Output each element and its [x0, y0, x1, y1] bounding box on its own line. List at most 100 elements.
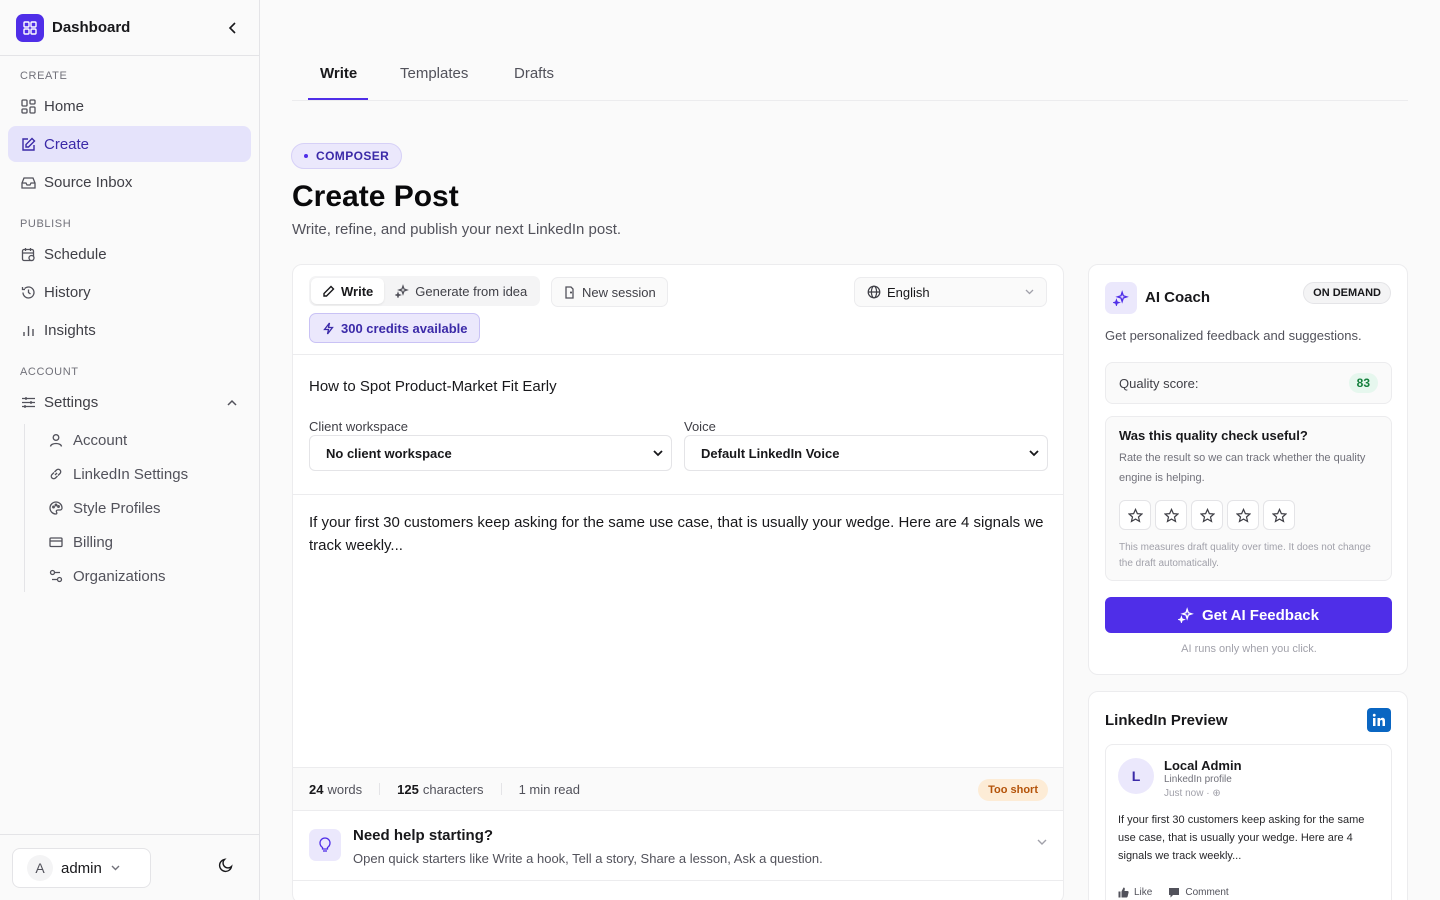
- globe-icon: [867, 285, 881, 299]
- preview-author-meta: LinkedIn profile: [1164, 774, 1232, 785]
- help-starting-accordion[interactable]: Need help starting? Open quick starters …: [293, 811, 1063, 881]
- post-body-textarea[interactable]: If your first 30 customers keep asking f…: [309, 511, 1049, 557]
- star-3-button[interactable]: [1191, 500, 1223, 530]
- preview-actions: Like Comment: [1118, 887, 1245, 898]
- star-5-button[interactable]: [1263, 500, 1295, 530]
- voice-select[interactable]: Default LinkedIn Voice: [684, 435, 1048, 471]
- sidebar-item-label: Insights: [44, 321, 96, 339]
- linkedin-post-preview: L Local Admin LinkedIn profile Just now …: [1105, 744, 1392, 900]
- star-icon: [1271, 507, 1287, 523]
- active-tab-indicator: [308, 98, 368, 100]
- sidebar-item-label: Schedule: [44, 245, 107, 263]
- sparkles-icon: [395, 284, 410, 298]
- character-count-label: characters: [422, 781, 484, 797]
- quality-feedback-box: Was this quality check useful? Rate the …: [1105, 416, 1392, 581]
- star-icon: [1163, 507, 1179, 523]
- sidebar-header: Dashboard: [0, 0, 259, 56]
- client-workspace-select[interactable]: No client workspace: [309, 435, 672, 471]
- voice-value: Default LinkedIn Voice: [701, 445, 840, 461]
- settings-submenu-line: [24, 424, 25, 592]
- sidebar-item-schedule[interactable]: Schedule: [8, 236, 251, 272]
- sidebar-subitem-billing[interactable]: Billing: [48, 529, 113, 555]
- mode-generate-button[interactable]: Generate from idea: [384, 278, 538, 304]
- length-status-badge: Too short: [978, 779, 1048, 801]
- read-time: 1 min read: [518, 781, 580, 797]
- credit-card-icon: [48, 534, 64, 550]
- tab-drafts[interactable]: Drafts: [514, 65, 554, 101]
- sidebar-item-create[interactable]: Create: [8, 126, 251, 162]
- theme-toggle-button[interactable]: [218, 857, 238, 877]
- character-count-value: 125: [397, 781, 419, 797]
- sidebar-item-source-inbox[interactable]: Source Inbox: [8, 164, 251, 200]
- sidebar-item-label: Create: [44, 135, 90, 153]
- post-title-input[interactable]: How to Spot Product-Market Fit Early: [309, 378, 557, 395]
- star-1-button[interactable]: [1119, 500, 1151, 530]
- ai-coach-subtitle: Get personalized feedback and suggestion…: [1105, 328, 1362, 343]
- sidebar-item-history[interactable]: History: [8, 274, 251, 310]
- comment-label: Comment: [1185, 887, 1229, 898]
- word-count-value: 24: [309, 781, 324, 797]
- word-count: 24 words: [309, 782, 362, 797]
- chevron-down-icon: [111, 865, 120, 871]
- moon-icon: [218, 858, 233, 873]
- sidebar-subitem-label: Billing: [73, 533, 114, 551]
- lightbulb-icon: [309, 829, 341, 861]
- user-menu-button[interactable]: A admin: [12, 848, 151, 888]
- character-count: 125 characters: [397, 782, 483, 797]
- collapse-sidebar-button[interactable]: [223, 18, 243, 38]
- new-file-icon: [563, 285, 576, 299]
- tab-write[interactable]: Write: [320, 65, 357, 101]
- section-label-create: CREATE: [20, 70, 68, 82]
- divider: [293, 494, 1063, 495]
- editor-card: Write Generate from idea New session Eng…: [292, 264, 1064, 900]
- ai-note: AI runs only when you click.: [1181, 643, 1317, 655]
- chevron-down-icon: [1037, 839, 1047, 846]
- star-4-button[interactable]: [1227, 500, 1259, 530]
- user-name: admin: [61, 859, 102, 877]
- sidebar-subitem-account[interactable]: Account: [48, 427, 127, 453]
- sidebar-title: Dashboard: [52, 19, 131, 36]
- avatar: A: [27, 855, 53, 881]
- mode-switch: Write Generate from idea: [309, 276, 541, 306]
- section-label-account: ACCOUNT: [20, 366, 79, 378]
- client-workspace-label: Client workspace: [309, 419, 408, 434]
- edit-icon: [20, 136, 36, 152]
- sidebar-subitem-style-profiles[interactable]: Style Profiles: [48, 495, 161, 521]
- on-demand-badge: ON DEMAND: [1303, 282, 1391, 304]
- palette-icon: [48, 500, 64, 516]
- tab-templates[interactable]: Templates: [400, 65, 468, 101]
- voice-label: Voice: [684, 419, 716, 434]
- dashboard-logo-icon: [16, 13, 44, 42]
- linkedin-preview-card: LinkedIn Preview L Local Admin LinkedIn …: [1088, 691, 1408, 900]
- star-icon: [1199, 507, 1215, 523]
- history-icon: [20, 284, 36, 300]
- language-select[interactable]: English: [854, 277, 1047, 307]
- mode-generate-label: Generate from idea: [415, 283, 528, 299]
- sidebar-subitem-label: Style Profiles: [73, 499, 161, 517]
- sidebar-item-home[interactable]: Home: [8, 88, 251, 124]
- ai-coach-card: AI Coach ON DEMAND Get personalized feed…: [1088, 264, 1408, 675]
- star-2-button[interactable]: [1155, 500, 1187, 530]
- get-ai-feedback-button[interactable]: Get AI Feedback: [1105, 597, 1392, 633]
- rate-title: Was this quality check useful?: [1119, 428, 1308, 443]
- preview-comment-button[interactable]: Comment: [1168, 887, 1229, 898]
- chevron-down-icon: [653, 449, 663, 457]
- sparkles-icon: [1178, 607, 1194, 623]
- home-grid-icon: [20, 98, 36, 114]
- sidebar-subitem-linkedin-settings[interactable]: LinkedIn Settings: [48, 461, 188, 487]
- preview-timestamp: Just now · ⊕: [1164, 788, 1221, 799]
- client-workspace-value: No client workspace: [326, 445, 452, 461]
- like-label: Like: [1134, 887, 1153, 898]
- sidebar-item-settings[interactable]: Settings: [8, 384, 251, 420]
- preview-like-button[interactable]: Like: [1118, 887, 1152, 898]
- badge-dot-icon: [304, 154, 308, 158]
- sidebar-item-insights[interactable]: Insights: [8, 312, 251, 348]
- comment-icon: [1168, 887, 1180, 898]
- help-title: Need help starting?: [353, 827, 494, 844]
- sidebar-subitem-label: Account: [73, 431, 128, 449]
- mode-write-button[interactable]: Write: [311, 278, 385, 304]
- sidebar-item-label: Settings: [44, 393, 99, 411]
- new-session-button[interactable]: New session: [551, 277, 668, 307]
- thumbs-up-icon: [1118, 887, 1129, 898]
- sidebar-subitem-organizations[interactable]: Organizations: [48, 563, 166, 589]
